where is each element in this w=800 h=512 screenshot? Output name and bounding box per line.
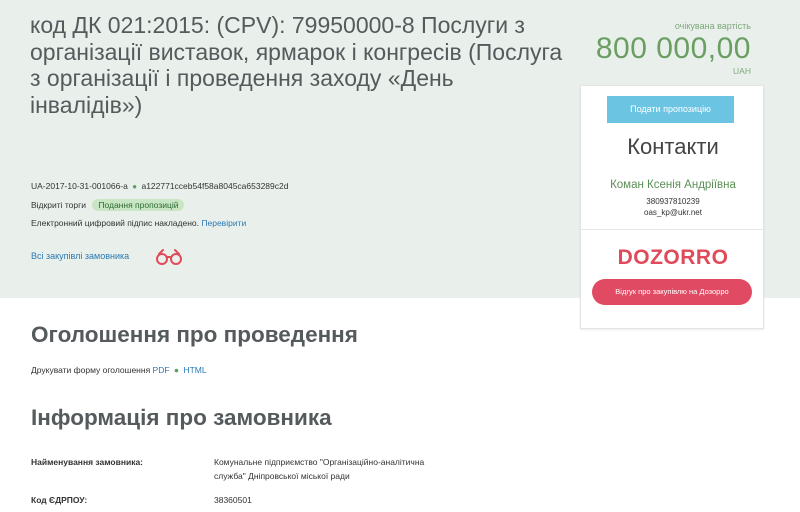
customer-info-title: Інформація про замовника	[31, 405, 332, 430]
edrpou-label: Код ЄДРПОУ:	[31, 495, 88, 505]
tender-title: код ДК 021:2015: (CPV): 79950000-8 Послу…	[30, 12, 563, 118]
contact-person-name: Коман Ксенія Андріївна	[610, 179, 736, 191]
print-form-line: Друкувати форму оголошення PDF ● HTML	[31, 365, 207, 375]
panel-divider	[581, 229, 765, 230]
signature-line: Електронний цифровий підпис накладено. П…	[31, 218, 246, 228]
print-form-label: Друкувати форму оголошення	[31, 365, 151, 375]
expected-price-label: очікувана вартість	[674, 21, 751, 31]
customer-name-value: Комунальне підприємство "Організаційно-а…	[214, 457, 425, 481]
customer-name-label: Найменування замовника:	[31, 457, 144, 467]
contact-phone: 380937810239	[646, 197, 700, 206]
edrpou-value: 38360501	[214, 495, 252, 505]
binoculars-icon[interactable]	[154, 248, 184, 266]
announcement-title: Оголошення про проведення	[31, 322, 358, 347]
tender-id: UA-2017-10-31-001066-a	[31, 181, 128, 191]
all-customer-purchases-link[interactable]: Всі закупівлі замовника	[31, 251, 129, 261]
signature-text: Електронний цифровий підпис накладено.	[31, 218, 200, 228]
dot-separator-icon: ●	[132, 182, 138, 191]
submit-offer-button[interactable]: Подати пропозицію	[607, 96, 734, 123]
procedure-type: Відкриті торги	[31, 200, 86, 210]
procedure-line: Відкриті торги Подання пропозицій	[31, 199, 185, 211]
tender-hash: a122771cceb54f58a8045ca653289c2d	[141, 181, 289, 191]
expected-price-value: 800 000,00	[595, 32, 751, 65]
dot-separator-icon: ●	[173, 365, 180, 375]
verify-signature-link[interactable]: Перевірити	[201, 218, 246, 228]
print-pdf-link[interactable]: PDF	[153, 365, 170, 375]
price-currency: UAH	[733, 66, 751, 76]
contacts-panel: Подати пропозицію Контакти Коман Ксенія …	[580, 85, 765, 329]
print-html-link[interactable]: HTML	[183, 365, 206, 375]
contact-email[interactable]: oas_kp@ukr.net	[581, 208, 765, 217]
dozorro-feedback-button[interactable]: Відгук про закупівлю на Дозорро	[592, 279, 752, 305]
tender-id-line: UA-2017-10-31-001066-a ● a122771cceb54f5…	[31, 181, 288, 191]
dozorro-logo[interactable]: DOZORRO	[581, 246, 765, 270]
contacts-title: Контакти	[627, 134, 719, 159]
status-badge: Подання пропозицій	[92, 199, 185, 211]
